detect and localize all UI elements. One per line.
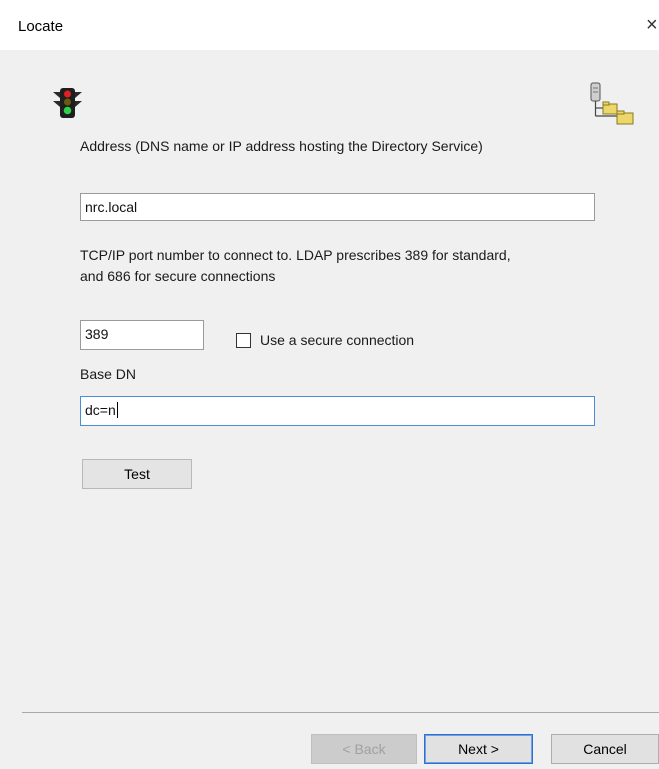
address-input[interactable]: nrc.local (80, 193, 595, 221)
footer-separator (22, 712, 659, 713)
secure-connection-label[interactable]: Use a secure connection (260, 332, 414, 349)
text-caret (116, 402, 118, 418)
title-bar: Locate × (0, 0, 659, 50)
next-button[interactable]: Next > (424, 734, 533, 764)
address-label: Address (DNS name or IP address hosting … (80, 138, 483, 154)
window-title: Locate (18, 18, 64, 35)
secure-connection-checkbox[interactable] (236, 333, 251, 348)
cancel-button[interactable]: Cancel (551, 734, 659, 764)
test-button[interactable]: Test (82, 459, 192, 489)
port-description-line2: and 686 for secure connections (80, 268, 276, 284)
back-button[interactable]: < Back (311, 734, 417, 764)
address-value: nrc.local (85, 199, 138, 215)
port-description-line1: TCP/IP port number to connect to. LDAP p… (80, 247, 511, 263)
base-dn-input[interactable]: dc=n (80, 396, 595, 426)
port-input[interactable]: 389 (80, 320, 204, 350)
base-dn-label: Base DN (80, 366, 137, 382)
base-dn-value: dc=n (85, 402, 116, 418)
traffic-light-icon (53, 88, 82, 118)
port-value: 389 (85, 326, 109, 342)
directory-tree-icon (590, 82, 634, 125)
close-icon[interactable]: × (646, 14, 658, 37)
